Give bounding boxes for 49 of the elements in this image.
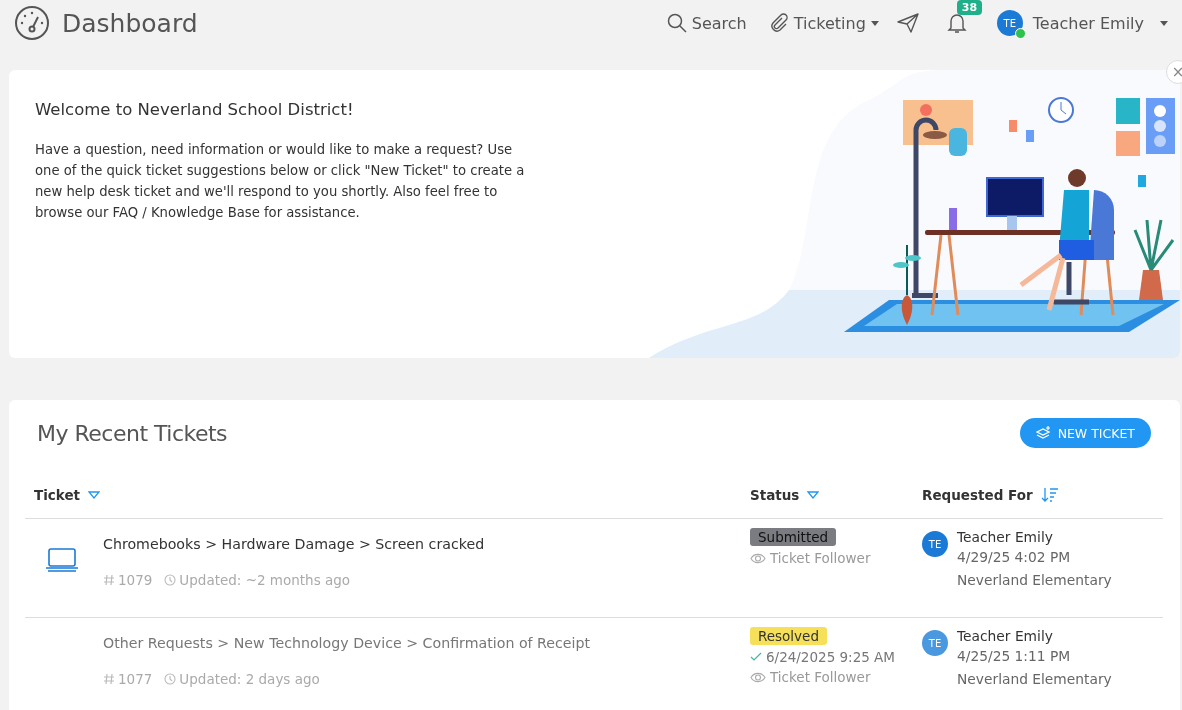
requester-school: Neverland Elementary xyxy=(957,670,1112,689)
filter-icon xyxy=(88,491,101,499)
eye-icon xyxy=(750,552,766,564)
welcome-heading: Welcome to Neverland School District! xyxy=(35,100,355,119)
follower-label: Ticket Follower xyxy=(770,550,871,566)
ticket-number: 1077 xyxy=(103,671,153,687)
resolved-date: 6/24/2025 9:25 AM xyxy=(766,649,895,665)
status-badge: Submitted xyxy=(750,528,837,546)
clock-icon xyxy=(164,574,177,586)
layers-plus-icon xyxy=(1035,426,1052,440)
dashboard-gauge-icon xyxy=(14,5,50,41)
requester-name: Teacher Emily xyxy=(957,528,1054,547)
user-menu[interactable]: TE Teacher Emily xyxy=(996,10,1168,36)
ticket-title-link[interactable]: Chromebooks > Hardware Damage > Screen cracked xyxy=(103,536,750,552)
send-icon[interactable] xyxy=(896,13,919,33)
request-date: 4/25/25 1:11 PM xyxy=(957,647,1072,666)
column-header[interactable]: Status xyxy=(750,487,820,503)
ticket-number: 1079 xyxy=(103,572,153,588)
search-icon xyxy=(666,13,687,33)
request-date: 4/29/25 4:02 PM xyxy=(957,548,1072,567)
close-button[interactable]: × xyxy=(1166,60,1182,84)
paperclip-icon xyxy=(768,13,789,33)
filter-icon xyxy=(807,491,820,499)
ticket-title-link[interactable]: Other Requests > New Technology Device > Confirmation of Receipt xyxy=(103,635,750,651)
caret-icon xyxy=(1160,20,1168,26)
ticketing-menu[interactable]: Ticketing xyxy=(768,13,879,33)
user-avatar: TE xyxy=(922,630,948,656)
page-title: Dashboard xyxy=(62,8,198,38)
updated-time: Updated: ~2 months ago xyxy=(164,572,351,588)
status-badge: Resolved xyxy=(750,627,827,645)
requester-school: Neverland Elementary xyxy=(957,571,1112,590)
welcome-message: Have a question, need information or would like to make a request? Use one of the quick ticket suggestions below or click "New Ticket" to create a new help desk ticket and we'll respond to you shortly. Also feel free to browse our FAQ / Knowledge Base for assistance. xyxy=(35,141,526,222)
notification-count: 38 xyxy=(956,0,983,15)
requester-name: Teacher Emily xyxy=(957,627,1054,646)
search-link[interactable]: Search xyxy=(666,13,747,33)
notifications-bell-icon[interactable] xyxy=(946,12,967,34)
caret-icon xyxy=(870,20,879,26)
hash-icon xyxy=(103,574,115,586)
clock-icon xyxy=(164,673,177,685)
column-header[interactable]: Requested For xyxy=(922,487,1059,503)
section-heading: My Recent Tickets xyxy=(37,420,228,446)
follower-label: Ticket Follower xyxy=(770,669,871,685)
check-icon xyxy=(750,652,762,662)
column-header[interactable]: Ticket xyxy=(34,487,101,503)
eye-icon xyxy=(750,671,766,683)
sort-icon xyxy=(1040,487,1059,503)
hash-icon xyxy=(103,673,115,685)
user-avatar: TE xyxy=(922,531,948,557)
updated-time: Updated: 2 days ago xyxy=(164,671,320,687)
